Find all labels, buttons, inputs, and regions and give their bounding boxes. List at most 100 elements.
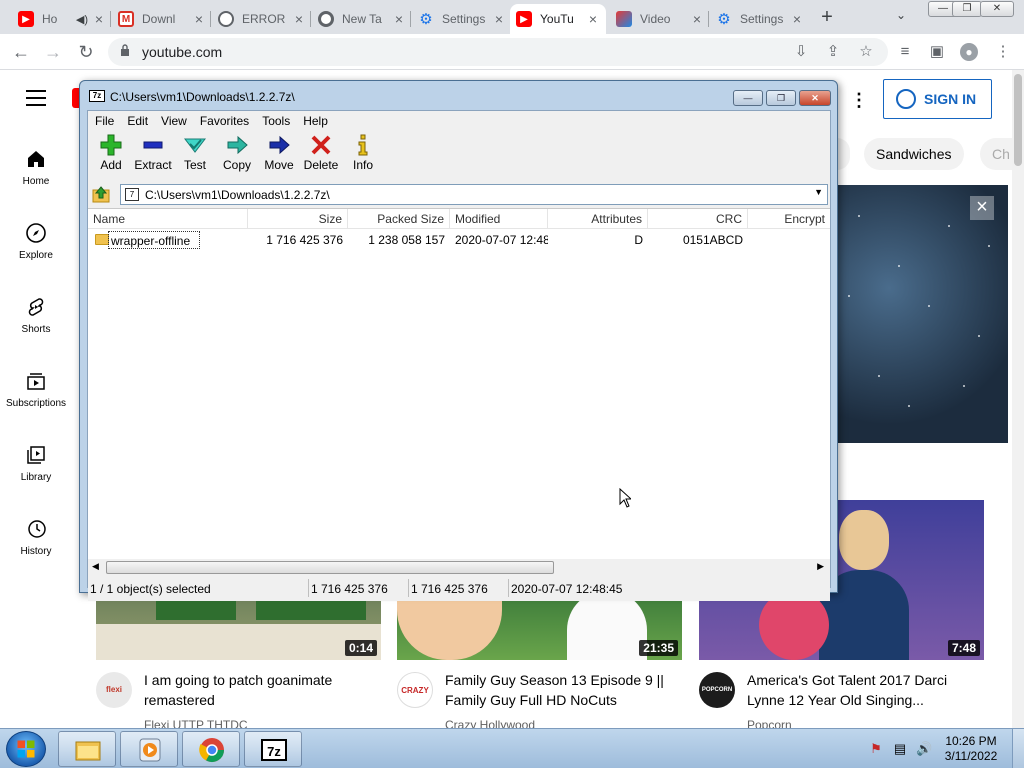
- guide-library[interactable]: Library: [0, 444, 72, 483]
- info-button[interactable]: Info: [342, 130, 384, 178]
- scrollbar-thumb[interactable]: [106, 561, 554, 574]
- 7zip-titlebar[interactable]: 7z C:\Users\vm1\Downloads\1.2.2.7z\ — ❐ …: [80, 81, 837, 109]
- horizontal-scrollbar[interactable]: ◀ ▶: [88, 559, 830, 576]
- channel-avatar[interactable]: CRAZY: [397, 672, 433, 708]
- sign-in-button[interactable]: SIGN IN: [883, 79, 992, 119]
- forward-button[interactable]: →: [42, 41, 64, 63]
- media-control-icon[interactable]: ≡: [896, 43, 914, 61]
- tab-search-button[interactable]: ⌄: [896, 8, 906, 22]
- delete-button[interactable]: Delete: [300, 130, 342, 178]
- guide-explore[interactable]: Explore: [0, 222, 72, 261]
- tab-4[interactable]: New Ta ×: [312, 4, 412, 34]
- taskbar-media-player[interactable]: [120, 731, 178, 767]
- volume-icon[interactable]: 🔊: [916, 741, 932, 757]
- video-title[interactable]: I am going to patch goanimate remastered: [144, 670, 384, 710]
- tab-7[interactable]: Video ×: [610, 4, 710, 34]
- tab-2[interactable]: M Downl ×: [112, 4, 212, 34]
- add-button[interactable]: Add: [90, 130, 132, 178]
- close-icon[interactable]: ×: [192, 11, 206, 27]
- file-list[interactable]: Name Size Packed Size Modified Attribute…: [88, 208, 830, 560]
- menu-kebab-icon[interactable]: ⋮: [994, 43, 1012, 61]
- taskbar-explorer[interactable]: [58, 731, 116, 767]
- video-title[interactable]: Family Guy Season 13 Episode 9 || Family…: [445, 670, 685, 710]
- menu-favorites[interactable]: Favorites: [193, 111, 255, 130]
- file-packed-size: 1 238 058 157: [368, 233, 445, 247]
- taskbar-chrome[interactable]: [182, 731, 240, 767]
- clock[interactable]: 10:26 PM 3/11/2022: [940, 734, 1002, 764]
- side-panel-icon[interactable]: ▣: [928, 43, 946, 61]
- col-size[interactable]: Size: [248, 209, 348, 229]
- install-icon[interactable]: ⇩: [792, 43, 810, 61]
- close-icon[interactable]: ×: [492, 11, 506, 27]
- test-button[interactable]: Test: [174, 130, 216, 178]
- extract-button[interactable]: Extract: [132, 130, 174, 178]
- menu-file[interactable]: File: [88, 111, 120, 130]
- guide-home[interactable]: Home: [0, 148, 72, 187]
- tab-6-active[interactable]: ▶ YouTu ×: [510, 4, 606, 34]
- guide-history[interactable]: History: [0, 518, 72, 557]
- lock-icon[interactable]: [120, 44, 130, 57]
- menu-view[interactable]: View: [154, 111, 193, 130]
- col-crc[interactable]: CRC: [648, 209, 748, 229]
- close-ad-icon[interactable]: ×: [970, 196, 994, 220]
- reload-button[interactable]: ↻: [75, 41, 97, 63]
- close-icon[interactable]: ×: [790, 11, 804, 27]
- close-icon[interactable]: ×: [690, 11, 704, 27]
- col-packed-size[interactable]: Packed Size: [348, 209, 450, 229]
- channel-name[interactable]: Flexi UTTP THTDC: [144, 718, 248, 728]
- channel-name[interactable]: Crazy Hollywood: [445, 718, 535, 728]
- close-button[interactable]: ✕: [799, 90, 831, 106]
- action-center-icon[interactable]: ⚑: [868, 741, 884, 757]
- col-name[interactable]: Name: [88, 209, 248, 229]
- menu-help[interactable]: Help: [296, 111, 334, 130]
- profile-icon[interactable]: ●: [960, 43, 978, 61]
- network-icon[interactable]: ▤: [892, 741, 908, 757]
- file-row[interactable]: wrapper-offline 1 716 425 376 1 238 058 …: [88, 231, 830, 249]
- address-bar[interactable]: youtube.com: [108, 38, 888, 66]
- path-combobox[interactable]: 7 C:\Users\vm1\Downloads\1.2.2.7z\ ▼: [120, 184, 828, 205]
- tab-1[interactable]: ▶ Ho ◀) ×: [12, 4, 112, 34]
- bookmark-star-icon[interactable]: ☆: [857, 43, 875, 61]
- maximize-button[interactable]: ❐: [766, 90, 796, 106]
- folder-up-icon[interactable]: [92, 185, 110, 203]
- move-button[interactable]: Move: [258, 130, 300, 178]
- minimize-button[interactable]: —: [733, 90, 763, 106]
- settings-kebab-icon[interactable]: ⋮: [850, 90, 868, 111]
- scroll-right-icon[interactable]: ▶: [817, 561, 824, 572]
- close-icon[interactable]: ×: [586, 11, 600, 27]
- dropdown-arrow-icon[interactable]: ▼: [814, 187, 823, 197]
- share-icon[interactable]: ⇪: [824, 43, 842, 61]
- copy-button[interactable]: Copy: [216, 130, 258, 178]
- back-button[interactable]: ←: [10, 41, 32, 63]
- hamburger-menu-icon[interactable]: [26, 90, 46, 106]
- col-modified[interactable]: Modified: [450, 209, 548, 229]
- guide-subscriptions[interactable]: Subscriptions: [0, 370, 72, 409]
- guide-shorts[interactable]: Shorts: [0, 296, 72, 335]
- tab-8[interactable]: ⚙ Settings ×: [710, 4, 810, 34]
- chip-sandwiches[interactable]: Sandwiches: [864, 138, 964, 170]
- page-scrollbar[interactable]: [1012, 70, 1024, 728]
- tab-5[interactable]: ⚙ Settings ×: [412, 4, 512, 34]
- video-title[interactable]: America's Got Talent 2017 Darci Lynne 12…: [747, 670, 987, 710]
- status-bar: 1 / 1 object(s) selected 1 716 425 376 1…: [88, 577, 830, 601]
- tab-3[interactable]: ERROR ×: [212, 4, 312, 34]
- audio-icon[interactable]: ◀): [76, 13, 88, 26]
- taskbar-7zip[interactable]: 7z: [244, 731, 302, 767]
- close-window-button[interactable]: ✕: [980, 1, 1014, 17]
- maximize-button[interactable]: ❐: [952, 1, 982, 17]
- col-encrypted[interactable]: Encrypt: [748, 209, 830, 229]
- scroll-left-icon[interactable]: ◀: [92, 561, 99, 572]
- col-attributes[interactable]: Attributes: [548, 209, 648, 229]
- close-icon[interactable]: ×: [92, 11, 106, 27]
- ad-banner-image[interactable]: [838, 185, 1008, 443]
- close-icon[interactable]: ×: [292, 11, 306, 27]
- close-icon[interactable]: ×: [392, 11, 406, 27]
- new-tab-button[interactable]: +: [816, 6, 838, 28]
- menu-edit[interactable]: Edit: [120, 111, 154, 130]
- channel-avatar[interactable]: POPCORN: [699, 672, 735, 708]
- channel-avatar[interactable]: flexi: [96, 672, 132, 708]
- channel-name[interactable]: Popcorn: [747, 718, 792, 728]
- start-button[interactable]: [6, 731, 46, 767]
- show-desktop-button[interactable]: [1012, 729, 1024, 768]
- menu-tools[interactable]: Tools: [255, 111, 296, 130]
